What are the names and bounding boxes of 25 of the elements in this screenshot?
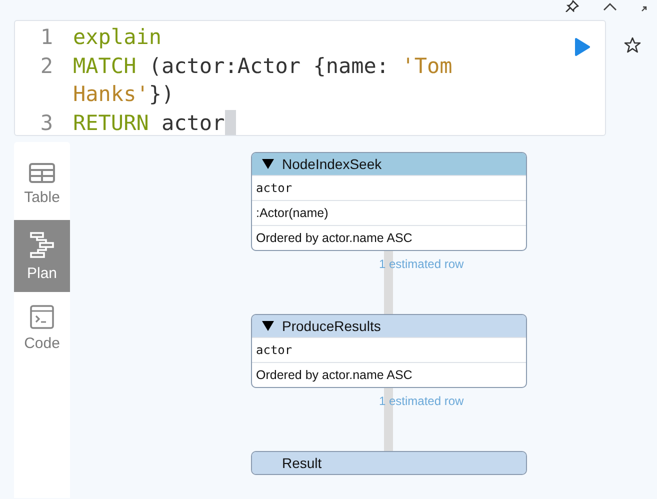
plan-icon (28, 230, 56, 258)
detail-row: Ordered by actor.name ASC (252, 362, 526, 387)
view-tab[interactable]: Plan (14, 220, 70, 292)
line-number: 3 (39, 110, 53, 136)
line-number: 2 (39, 52, 53, 80)
identifier-row: actor (252, 175, 526, 200)
row-estimate: 1 estimated row (379, 257, 464, 271)
operator-name: Result (282, 455, 322, 471)
detail-row: Ordered by actor.name ASC (252, 225, 526, 250)
view-tab[interactable]: Table (14, 148, 70, 220)
detail-row: :Actor(name) (252, 200, 526, 225)
line-number: 1 (39, 24, 53, 51)
identifier-row: actor (252, 337, 526, 362)
operator-name: NodeIndexSeek (282, 156, 382, 172)
code-line: RETURN actor (73, 108, 553, 137)
operator-header[interactable]: Result (252, 452, 526, 474)
view-tab[interactable]: Code (14, 292, 70, 364)
operator-name: ProduceResults (282, 318, 381, 334)
code-line: explain (73, 24, 163, 51)
terminal-icon (30, 304, 54, 328)
row-estimate: 1 estimated row (379, 394, 464, 408)
table-icon (29, 162, 55, 182)
operator-header[interactable]: NodeIndexSeek (252, 153, 526, 175)
code-line: MATCH (actor:Actor {name: 'Tom Hanks'}) (73, 52, 454, 108)
operator-header[interactable]: ProduceResults (252, 315, 526, 337)
